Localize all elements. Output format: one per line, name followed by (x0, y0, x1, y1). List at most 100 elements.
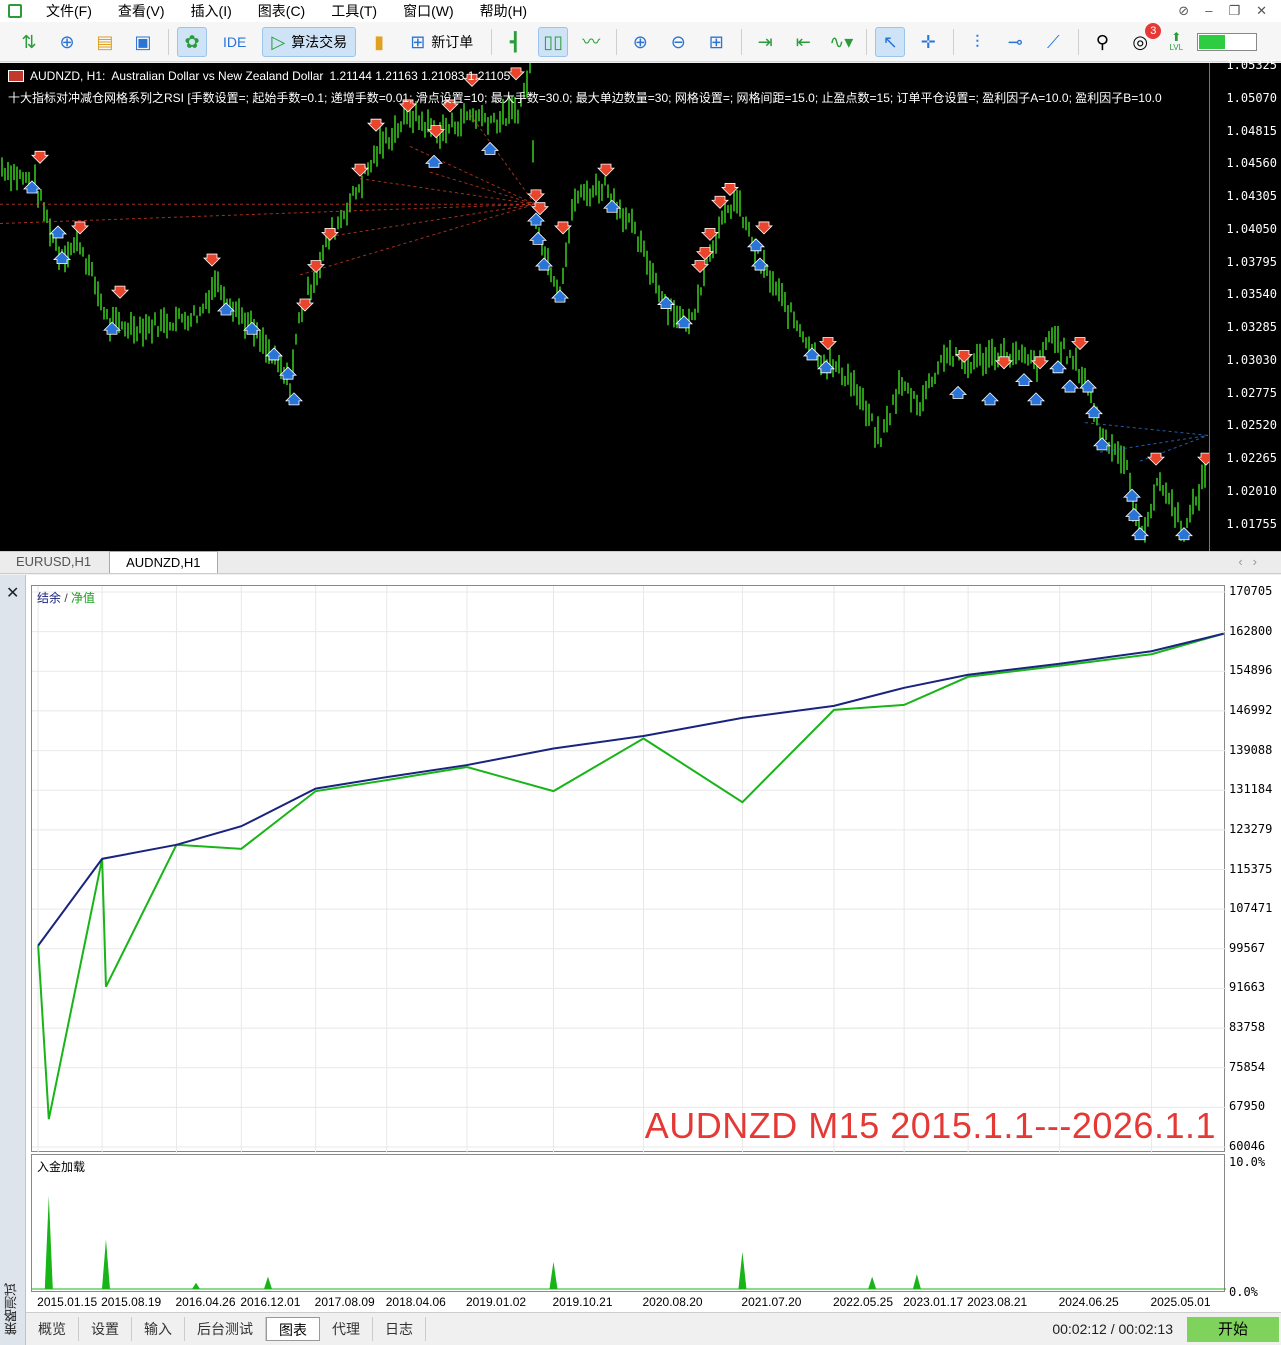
zoom-out-button[interactable]: ⊖ (663, 27, 693, 57)
search-button[interactable]: ⚲ (1087, 27, 1117, 57)
elapsed-timer: 00:02:12 / 00:02:13 (1052, 1321, 1173, 1337)
toolbar-divider (741, 28, 743, 55)
candlestick-icon: ▯▯ (543, 31, 564, 52)
line-chart-button[interactable]: 〰 (576, 27, 606, 57)
auto-scroll-button[interactable]: ⇥ (750, 27, 780, 57)
menu-file[interactable]: 文件(F) (34, 0, 106, 22)
buy-arrow (425, 154, 443, 168)
level-button[interactable]: ⬆ LVL (1163, 27, 1189, 57)
tab-scroll-arrows[interactable]: ‹› (1238, 551, 1281, 573)
buy-arrow (1061, 379, 1079, 393)
plus-icon: ⊞ (410, 31, 426, 52)
menu-window[interactable]: 窗口(W) (391, 0, 468, 22)
buy-arrow (1123, 488, 1141, 502)
chart-title: AUDNZD, H1: Australian Dollar vs New Zea… (8, 69, 510, 83)
pin-icon[interactable]: ⊘ (1178, 3, 1189, 19)
tab-graph[interactable]: 图表 (266, 1317, 320, 1341)
price-chart[interactable]: AUDNZD, H1: Australian Dollar vs New Zea… (0, 58, 1281, 551)
menu-view[interactable]: 查看(V) (106, 0, 179, 22)
gear-icon: ✿ (184, 31, 200, 52)
buy-arrow (747, 238, 765, 252)
backtest-overlay-label: AUDNZD M15 2015.1.1---2026.1.1 (644, 1105, 1216, 1146)
equity-tick-label: 83758 (1229, 1020, 1266, 1035)
buy-arrow (529, 231, 547, 245)
chart-description: Australian Dollar vs New Zealand Dollar (111, 69, 324, 83)
equity-tick-label: 75854 (1229, 1059, 1266, 1074)
level-icon: ⬆ (1171, 30, 1182, 44)
zoom-in-button[interactable]: ⊕ (625, 27, 655, 57)
tab-eurusd[interactable]: EURUSD,H1 (0, 551, 107, 573)
deposit-load-legend: 入金加载 (37, 1160, 86, 1174)
menu-insert[interactable]: 插入(I) (179, 0, 246, 22)
equity-chart[interactable]: 结余 / 净值 AUDNZD M15 2015.1.1---2026.1.1 (31, 585, 1226, 1153)
buy-arrow (1125, 507, 1143, 521)
start-button[interactable]: 开始 (1187, 1316, 1279, 1342)
tab-audnzd[interactable]: AUDNZD,H1 (109, 551, 218, 573)
notifications-button[interactable]: ◎ 3 (1125, 22, 1162, 57)
profiles-button[interactable]: ⊕ (52, 27, 82, 57)
tab-settings[interactable]: 设置 (79, 1317, 132, 1341)
tab-agents[interactable]: 代理 (320, 1317, 373, 1341)
trendline-button[interactable]: ⟋ (1038, 27, 1068, 57)
tab-journal[interactable]: 日志 (373, 1317, 426, 1341)
sell-arrow (31, 150, 49, 164)
sell-arrow (755, 221, 773, 235)
buy-arrow (981, 392, 999, 406)
toolbar-divider (168, 28, 169, 55)
crosshair-icon: ✛ (920, 31, 936, 52)
bag-icon: ▮ (374, 31, 385, 52)
legend-balance: 结余 (37, 591, 62, 605)
minimize-icon[interactable]: – (1205, 3, 1212, 19)
equity-tick-label: 146992 (1229, 702, 1273, 717)
deposit-load-chart[interactable]: 入金加载 (31, 1154, 1226, 1292)
market-bag-button[interactable]: ▮ (364, 27, 394, 57)
equity-grid (32, 586, 1226, 1153)
sell-arrow (1071, 337, 1089, 351)
tab-backtest[interactable]: 后台测试 (185, 1317, 266, 1341)
chart-ohlc: 1.21144 1.21163 1.21083 1.21105 (329, 69, 511, 83)
deposit-load-spike (549, 1261, 558, 1289)
buy-arrow (1085, 405, 1103, 419)
deposit-load-spike (192, 1282, 201, 1289)
close-icon[interactable]: ✕ (6, 583, 19, 603)
algo-trading-button[interactable]: ▷ 算法交易 (262, 26, 357, 57)
new-chart-button[interactable]: ⇅ (14, 27, 44, 57)
indicators-button[interactable]: ∿▾ (826, 27, 856, 57)
chart-shift-button[interactable]: ⇤ (788, 27, 818, 57)
hedge-line (409, 146, 536, 205)
menu-help[interactable]: 帮助(H) (468, 0, 541, 22)
crosshair-button[interactable]: ✛ (913, 27, 943, 57)
open-folder-button[interactable]: ▤ (90, 27, 120, 57)
equity-line (37, 632, 1224, 1120)
navigator-button[interactable]: ▣ (128, 27, 158, 57)
indicators-icon: ∿▾ (829, 31, 854, 52)
price-tick-label: 1.03795 (1226, 254, 1277, 269)
tab-overview[interactable]: 概览 (26, 1317, 79, 1341)
window-controls: ⊘ – ❐ ✕ (1178, 3, 1281, 19)
price-tick-label: 1.04560 (1226, 156, 1277, 171)
bar-chart-button[interactable]: ┫ (500, 27, 530, 57)
restore-icon[interactable]: ❐ (1228, 3, 1240, 19)
price-chart-canvas[interactable] (0, 63, 1209, 551)
time-tick-label: 2015.01.15 (37, 1295, 98, 1309)
grid-icon: ⊞ (708, 31, 724, 52)
vertical-line-button[interactable]: ⫶ (962, 27, 992, 57)
horizontal-line-button[interactable]: ⊸ (1000, 27, 1030, 57)
level-meter (1197, 32, 1258, 51)
cursor-button[interactable]: ↖ (875, 26, 906, 57)
deposit-load-canvas (32, 1196, 1226, 1290)
new-order-button[interactable]: ⊞ 新订单 (402, 27, 481, 57)
grid-button[interactable]: ⊞ (701, 27, 731, 57)
hedge-line (429, 171, 536, 205)
chart-shift-icon: ⇤ (795, 31, 811, 52)
menu-charts[interactable]: 图表(C) (246, 0, 319, 22)
close-icon[interactable]: ✕ (1256, 3, 1267, 19)
toolbar: ⇅ ⊕ ▤ ▣ ✿ IDE ▷ 算法交易 ▮ ⊞ 新订单 ┫ ▯▯ 〰 ⊕ ⊖ ⊞ … (0, 22, 1281, 62)
candle-chart-button[interactable]: ▯▯ (538, 26, 569, 57)
menu-tools[interactable]: 工具(T) (319, 0, 391, 22)
ide-button[interactable]: IDE (215, 27, 254, 57)
price-tick-label: 1.04815 (1226, 123, 1277, 138)
equity-tick-label: 162800 (1229, 623, 1273, 638)
market-button[interactable]: ✿ (177, 26, 207, 57)
tab-inputs[interactable]: 输入 (132, 1317, 185, 1341)
